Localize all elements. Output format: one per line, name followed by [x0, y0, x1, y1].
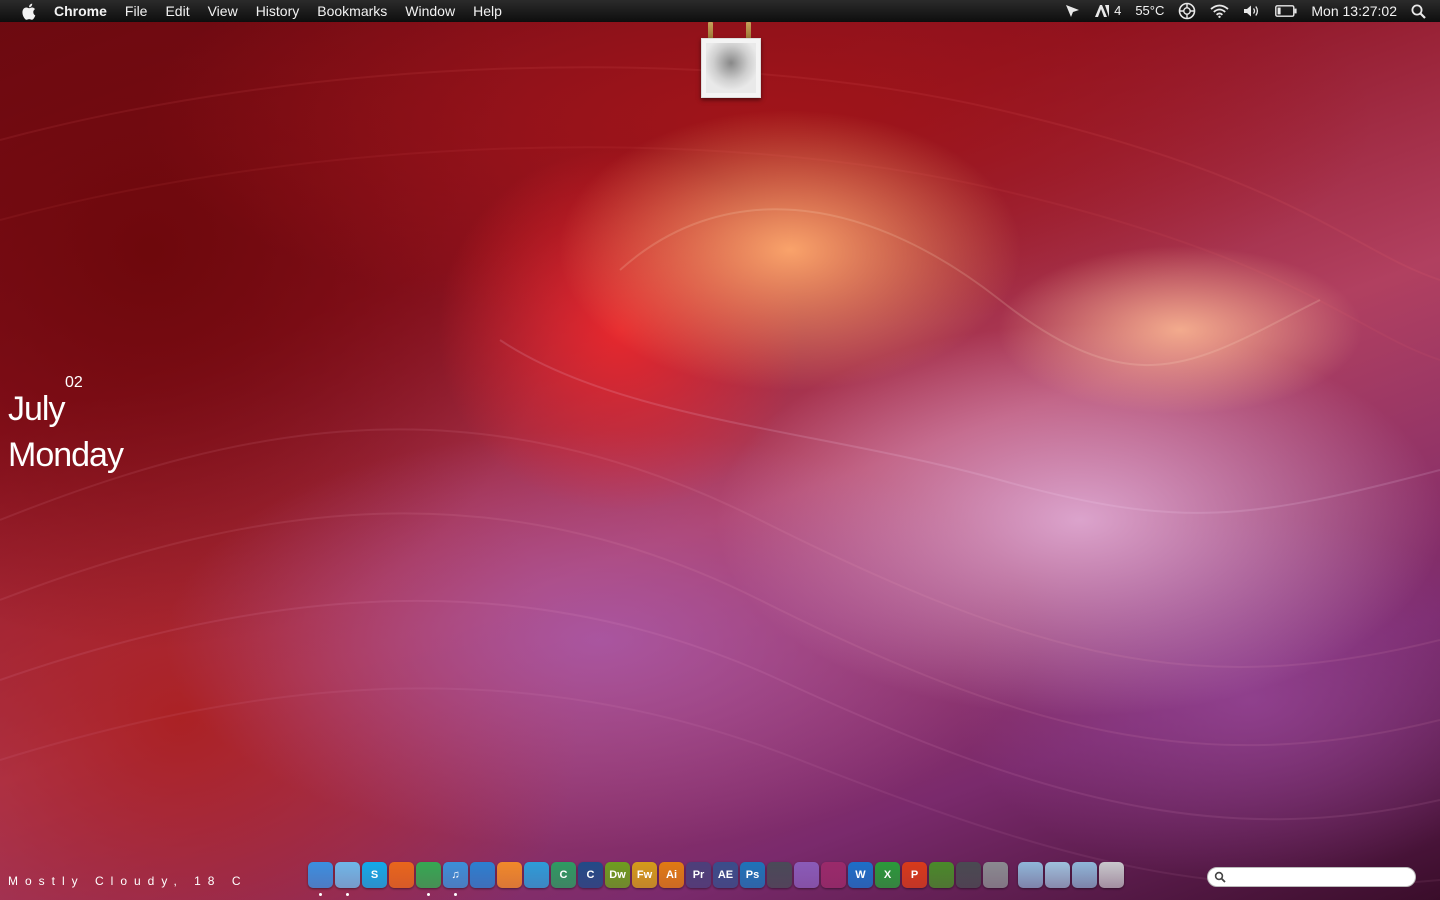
date-day-number: 02 [65, 374, 83, 391]
menu-clock[interactable]: Mon 13:27:02 [1311, 0, 1397, 22]
dock-icon-label: S [370, 869, 379, 881]
dock-powerpoint-icon[interactable]: P [902, 862, 927, 888]
dock-adium-icon[interactable] [524, 862, 549, 888]
dock-cursor-icon[interactable] [335, 862, 360, 896]
dock-excel-icon[interactable]: X [875, 862, 900, 888]
dock-applications-folder-icon[interactable] [1018, 862, 1043, 888]
location-arrow-icon[interactable] [1065, 4, 1080, 18]
dock-illustrator-icon[interactable]: Ai [659, 862, 684, 888]
adobe-icon [1095, 5, 1110, 17]
apple-menu[interactable] [18, 0, 38, 22]
wifi-icon[interactable] [1210, 4, 1229, 18]
wallpaper-texture [0, 66, 1440, 887]
dock-safari-icon[interactable] [470, 862, 495, 888]
menu-bar: Chrome File Edit View History Bookmarks … [0, 0, 1440, 22]
dock-icon-label: C [559, 869, 568, 881]
menu-edit[interactable]: Edit [165, 0, 189, 22]
dock-chrome-icon[interactable] [416, 862, 441, 896]
dock-finder-icon[interactable] [308, 862, 333, 896]
running-indicator [454, 893, 457, 896]
dock: S ♫ C C Dw Fw Ai Pr AE Ps W X P [308, 862, 1126, 898]
dock-system-preferences-icon[interactable] [983, 862, 1008, 888]
dock-imovie-icon[interactable] [794, 862, 819, 888]
dock-icon-label: AE [717, 869, 734, 881]
menu-window[interactable]: Window [405, 0, 455, 22]
adobe-updates-status[interactable]: 4 [1094, 0, 1121, 22]
running-indicator [427, 893, 430, 896]
menu-bookmarks[interactable]: Bookmarks [317, 0, 387, 22]
dock-dreamweaver-icon[interactable]: Dw [605, 862, 630, 888]
dock-app-disc-icon[interactable] [821, 862, 846, 888]
dock-skype-icon[interactable]: S [362, 862, 387, 888]
menu-history[interactable]: History [256, 0, 300, 22]
menu-file[interactable]: File [125, 0, 148, 22]
dock-app-green-icon[interactable]: C [551, 862, 576, 888]
dock-minecraft-icon[interactable] [929, 862, 954, 888]
dock-premiere-icon[interactable]: Pr [686, 862, 711, 888]
status-area: 4 55°C Mon 13:27:02 [1065, 0, 1440, 22]
dock-documents-folder-icon[interactable] [1045, 862, 1070, 888]
dock-fireworks-icon[interactable]: Fw [632, 862, 657, 888]
date-weekday: Monday [8, 436, 124, 474]
dock-icon-label: C [586, 869, 595, 881]
dock-steam-icon[interactable] [956, 862, 981, 888]
dock-after-effects-icon[interactable]: AE [713, 862, 738, 888]
running-indicator [346, 893, 349, 896]
photo-image [706, 43, 756, 93]
search-widget[interactable] [1207, 867, 1416, 887]
time-machine-icon[interactable] [1178, 2, 1196, 20]
adobe-update-count: 4 [1114, 3, 1122, 18]
dock-firefox-icon[interactable] [389, 862, 414, 888]
dock-word-icon[interactable]: W [848, 862, 873, 888]
dock-cinema4d-icon[interactable]: C [578, 862, 603, 888]
dock-photoshop-icon[interactable]: Ps [740, 862, 765, 888]
desktop-wallpaper [0, 0, 1440, 900]
dock-icon-label: Pr [692, 869, 705, 881]
dock-icon-label: Ps [745, 869, 760, 881]
dock-vlc-icon[interactable] [497, 862, 522, 888]
dock-downloads-folder-icon[interactable] [1072, 862, 1097, 888]
apple-logo-icon [21, 3, 35, 20]
menu-app-name[interactable]: Chrome [54, 0, 107, 22]
dock-icon-label: P [910, 869, 919, 881]
dock-icon-label: ♫ [451, 869, 460, 881]
weather-widget: Mostly Cloudy, 18 C [8, 874, 248, 888]
search-input[interactable] [1230, 869, 1414, 887]
dock-final-cut-icon[interactable] [767, 862, 792, 888]
hanging-photo-widget[interactable] [701, 38, 761, 98]
cpu-temperature[interactable]: 55°C [1135, 0, 1164, 22]
dock-trash-icon[interactable] [1099, 862, 1124, 888]
running-indicator [319, 893, 322, 896]
volume-icon[interactable] [1243, 4, 1261, 18]
menu-view[interactable]: View [208, 0, 238, 22]
date-month: July [8, 390, 65, 428]
dock-icon-label: Fw [636, 869, 653, 881]
search-icon [1214, 871, 1226, 883]
battery-icon[interactable] [1275, 5, 1297, 17]
dock-itunes-icon[interactable]: ♫ [443, 862, 468, 896]
menu-help[interactable]: Help [473, 0, 502, 22]
dock-icon-label: W [855, 869, 866, 881]
dock-icon-label: Ai [666, 869, 677, 881]
dock-icon-label: X [883, 869, 892, 881]
dock-icon-label: Dw [609, 869, 626, 881]
spotlight-icon[interactable] [1411, 4, 1426, 19]
